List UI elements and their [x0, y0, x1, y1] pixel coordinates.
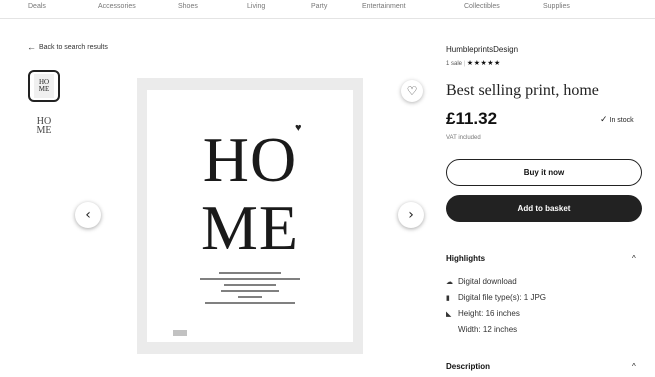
buy-it-now-button[interactable]: Buy it now [446, 159, 642, 186]
highlight-text: Height: 16 inches [458, 309, 520, 318]
highlight-item: ☁ Digital download [446, 277, 517, 286]
sales-rating: 1 sale | ★★★★★ [446, 60, 501, 67]
thumbnail-text-bottom: ME [36, 125, 52, 136]
check-icon: ✓ [600, 114, 608, 124]
arrow-left-icon: ← [27, 42, 36, 52]
nav-item-entertainment[interactable]: Entertainment [362, 3, 406, 10]
chevron-up-icon[interactable]: ^ [632, 254, 636, 263]
heart-outline-icon: ♡ [406, 84, 418, 98]
highlight-text: Width: 12 inches [458, 325, 518, 334]
add-to-basket-button[interactable]: Add to basket [446, 195, 642, 222]
thumbnail-1[interactable]: HO ME [28, 70, 60, 102]
nav-item-party[interactable]: Party [311, 3, 327, 10]
thumbnail-1-image: HO ME [34, 74, 54, 98]
poster-signature [173, 330, 187, 336]
nav-item-accessories[interactable]: Accessories [98, 3, 136, 10]
highlight-item: ▮ Digital file type(s): 1 JPG [446, 293, 546, 302]
next-image-button[interactable]: › [398, 202, 424, 228]
chevron-up-icon[interactable]: ^ [632, 362, 636, 371]
product-price: £11.32 [446, 109, 498, 128]
previous-image-button[interactable]: ‹ [75, 202, 101, 228]
highlight-item: Width: 12 inches [446, 325, 517, 334]
product-title: Best selling print, home [446, 82, 599, 99]
back-link-label: Back to search results [39, 44, 108, 51]
nav-item-supplies[interactable]: Supplies [543, 3, 570, 10]
stock-status: ✓ In stock [600, 114, 634, 125]
stock-label: In stock [609, 117, 634, 124]
chevron-right-icon: › [408, 207, 414, 223]
category-nav: Deals Accessories Shoes Living Party Ent… [0, 0, 655, 19]
nav-item-deals[interactable]: Deals [28, 3, 46, 10]
product-main-image: HO ♥ ME [137, 78, 363, 354]
heart-decoration-icon: ♥ [295, 122, 302, 134]
nav-item-shoes[interactable]: Shoes [178, 3, 198, 10]
description-heading: Description [446, 362, 491, 371]
star-rating-icon: ★★★★★ [466, 60, 501, 67]
highlights-heading: Highlights [446, 254, 486, 263]
poster-word-top: HO [202, 124, 298, 195]
file-icon: ▮ [446, 294, 450, 302]
highlight-text: Digital file type(s): 1 JPG [458, 293, 547, 302]
chevron-left-icon: ‹ [85, 207, 91, 223]
poster-small-text [147, 272, 353, 308]
ruler-icon: ◣ [446, 310, 452, 318]
poster-word-bottom: ME [201, 192, 299, 263]
back-to-results-link[interactable]: ← Back to search results [27, 42, 108, 52]
highlight-item: ◣ Height: 16 inches [446, 309, 520, 318]
shop-name-link[interactable]: HumbleprintsDesign [446, 45, 518, 54]
nav-item-collectibles[interactable]: Collectibles [464, 3, 500, 10]
favorite-button[interactable]: ♡ [401, 80, 423, 102]
nav-item-living[interactable]: Living [247, 3, 265, 10]
highlight-text: Digital download [458, 277, 517, 286]
poster-artwork: HO ♥ ME [147, 90, 353, 342]
cloud-download-icon: ☁ [446, 278, 453, 286]
thumbnail-2[interactable]: HO ME [28, 110, 60, 142]
sales-count: 1 sale [446, 61, 463, 67]
thumbnail-text-bottom: ME [38, 85, 50, 93]
vat-note: VAT included [446, 135, 481, 141]
